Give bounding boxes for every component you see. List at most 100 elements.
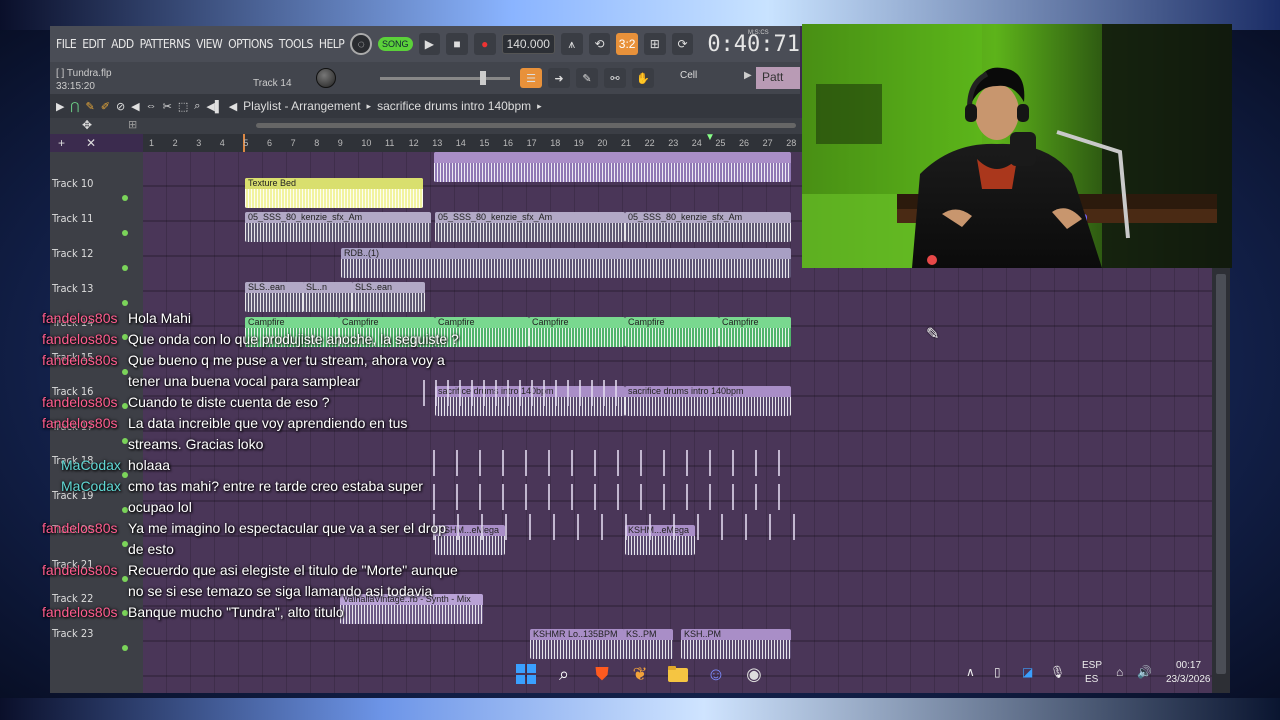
file-explorer-icon[interactable] — [666, 662, 690, 686]
playlist-clip[interactable] — [434, 152, 791, 182]
pitch-knob-icon[interactable] — [316, 68, 336, 88]
menu-help[interactable]: HELP — [319, 37, 345, 51]
add-track-icon[interactable]: + — [58, 136, 65, 150]
phone-icon[interactable]: ▯ — [994, 665, 1001, 679]
drum-hit-marker — [649, 514, 651, 540]
arrow-left-icon[interactable]: ◀ — [229, 100, 237, 113]
playlist-menu-icon[interactable]: ▶ — [56, 100, 64, 113]
pencil-icon[interactable]: ✎ — [86, 100, 95, 113]
tempo-display[interactable]: 140.000 — [501, 34, 555, 54]
master-knob-icon[interactable]: ◌ — [350, 33, 373, 55]
menu-options[interactable]: OPTIONS — [228, 37, 273, 51]
track-label[interactable]: Track 23 — [52, 627, 93, 640]
app-tray-icon[interactable]: ◪ — [1022, 665, 1033, 679]
master-volume-slider[interactable] — [380, 71, 510, 85]
playlist-clip[interactable]: KSHM...eMega — [625, 525, 695, 555]
chevron-right-icon[interactable]: ▶ — [744, 70, 752, 81]
menu-file[interactable]: FILE — [56, 37, 77, 51]
brave-browser-icon[interactable]: ⛊ — [590, 662, 614, 686]
paint-icon[interactable]: ✐ — [101, 100, 110, 113]
drum-hit-marker — [548, 450, 550, 476]
pattern-selector[interactable]: Patt — [756, 67, 800, 89]
chevron-up-icon[interactable]: ∧ — [966, 665, 975, 679]
menu-edit[interactable]: EDIT — [82, 37, 105, 51]
project-time: 33:15:20 — [56, 81, 95, 92]
playlist-current-pattern[interactable]: sacrifice drums intro 140bpm — [377, 99, 531, 113]
arrow-icon[interactable]: ➜ — [548, 68, 570, 88]
menu-patterns[interactable]: PATTERNS — [140, 37, 191, 51]
menu-view[interactable]: VIEW — [196, 37, 223, 51]
hand-icon[interactable]: ✋ — [632, 68, 654, 88]
horizontal-scrollbar[interactable] — [256, 123, 796, 128]
mute-icon[interactable]: ◀ — [131, 100, 139, 113]
song-mode-toggle[interactable]: SONG — [378, 37, 413, 51]
close-icon[interactable]: ✕ — [86, 136, 96, 150]
search-icon[interactable]: ⌕ — [552, 662, 576, 686]
zoom-icon[interactable]: ⌕ — [194, 100, 200, 113]
menu-add[interactable]: ADD — [111, 37, 134, 51]
main-toolbar: FILE EDIT ADD PATTERNS VIEW OPTIONS TOOL… — [50, 26, 800, 62]
countdown-icon[interactable]: 3:2 — [616, 33, 638, 55]
track-label[interactable]: Track 13 — [52, 282, 93, 295]
track-enable-led[interactable] — [122, 265, 128, 271]
windows-start-icon[interactable] — [514, 662, 538, 686]
fl-studio-icon[interactable]: ❦ — [628, 662, 652, 686]
ruler-bar-number: 12 — [408, 138, 419, 148]
microphone-icon[interactable]: 🎙 — [1050, 665, 1065, 679]
chat-text: Que bueno q me puse a ver tu stream, aho… — [128, 352, 445, 389]
playlist-clip[interactable]: 05_SSS_80_kenzie_sfx_Am — [435, 212, 625, 242]
clock-date[interactable]: 23/3/2026 — [1166, 674, 1211, 685]
slice-icon[interactable]: ✂ — [163, 100, 172, 113]
volume-icon[interactable]: 🔊 — [1137, 665, 1152, 679]
chat-text: holaaa — [128, 457, 171, 473]
track-enable-led[interactable] — [122, 195, 128, 201]
network-icon[interactable]: ⌂ — [1116, 665, 1123, 679]
select-icon[interactable]: ⬚ — [178, 100, 188, 113]
delete-icon[interactable]: ⊘ — [116, 100, 125, 113]
playlist-clip[interactable]: sacrifice drums intro 140bpm — [435, 386, 625, 416]
brush-icon[interactable]: ✎ — [576, 68, 598, 88]
slip-icon[interactable]: ⇔ — [146, 100, 157, 112]
playlist-clip[interactable]: Texture Bed — [245, 178, 423, 208]
track-enable-led[interactable] — [122, 230, 128, 236]
magnet-icon[interactable]: ⋂ — [70, 100, 79, 113]
playlist-clip[interactable]: Campfire — [719, 317, 791, 347]
move-icon[interactable]: ✥ — [82, 118, 92, 132]
clip-name: Campfire — [625, 317, 719, 328]
record-button[interactable]: ● — [473, 33, 496, 55]
clock-time[interactable]: 00:17 — [1176, 660, 1201, 671]
chat-username: fandelos80s — [42, 394, 118, 410]
loop-record-icon[interactable]: ⟳ — [671, 33, 694, 55]
track-label[interactable]: Track 12 — [52, 247, 93, 260]
track-label[interactable]: Track 10 — [52, 177, 93, 190]
playlist-clip[interactable]: Campfire — [529, 317, 625, 347]
clip-name: sacrifice drums intro 140bpm — [435, 386, 625, 397]
grid-icon[interactable]: ⊞ — [128, 118, 137, 131]
ruler-bar-number: 5 — [243, 138, 249, 148]
playlist-clip[interactable]: sacrifice drums intro 140bpm — [625, 386, 791, 416]
step-edit-icon[interactable]: ⊞ — [643, 33, 666, 55]
playlist-clip[interactable]: Campfire — [625, 317, 719, 347]
link-icon[interactable]: ⚯ — [604, 68, 626, 88]
track-enable-led[interactable] — [122, 300, 128, 306]
drum-hit-marker — [483, 380, 485, 406]
playhead-marker-icon[interactable]: ▼ — [705, 132, 715, 143]
snap-select[interactable]: Cell — [680, 70, 697, 81]
metronome-icon[interactable]: ⩚ — [560, 33, 583, 55]
language-indicator[interactable]: ESP — [1082, 660, 1102, 671]
menu-tools[interactable]: TOOLS — [279, 37, 313, 51]
track-label[interactable]: Track 11 — [52, 212, 93, 225]
playlist-clip[interactable]: 05_SSS_80_kenzie_sfx_Am — [245, 212, 431, 242]
playlist-clip[interactable]: 05_SSS_80_kenzie_sfx_Am — [625, 212, 791, 242]
discord-icon[interactable]: ☺ — [704, 662, 728, 686]
chat-text: cmo tas mahi? entre re tarde creo estaba… — [128, 478, 423, 515]
play-button[interactable]: ▶ — [418, 33, 441, 55]
playlist-clip[interactable]: RDB..(1) — [341, 248, 791, 278]
playlist-icon[interactable]: ☰ — [520, 68, 542, 88]
wait-record-icon[interactable]: ⟲ — [588, 33, 611, 55]
playback-icon[interactable]: ◀▌ — [206, 100, 222, 113]
obs-icon[interactable]: ◉ — [742, 662, 766, 686]
stop-button[interactable]: ■ — [446, 33, 468, 55]
chat-text: Cuando te diste cuenta de eso ? — [128, 394, 330, 410]
track-enable-led[interactable] — [122, 645, 128, 651]
